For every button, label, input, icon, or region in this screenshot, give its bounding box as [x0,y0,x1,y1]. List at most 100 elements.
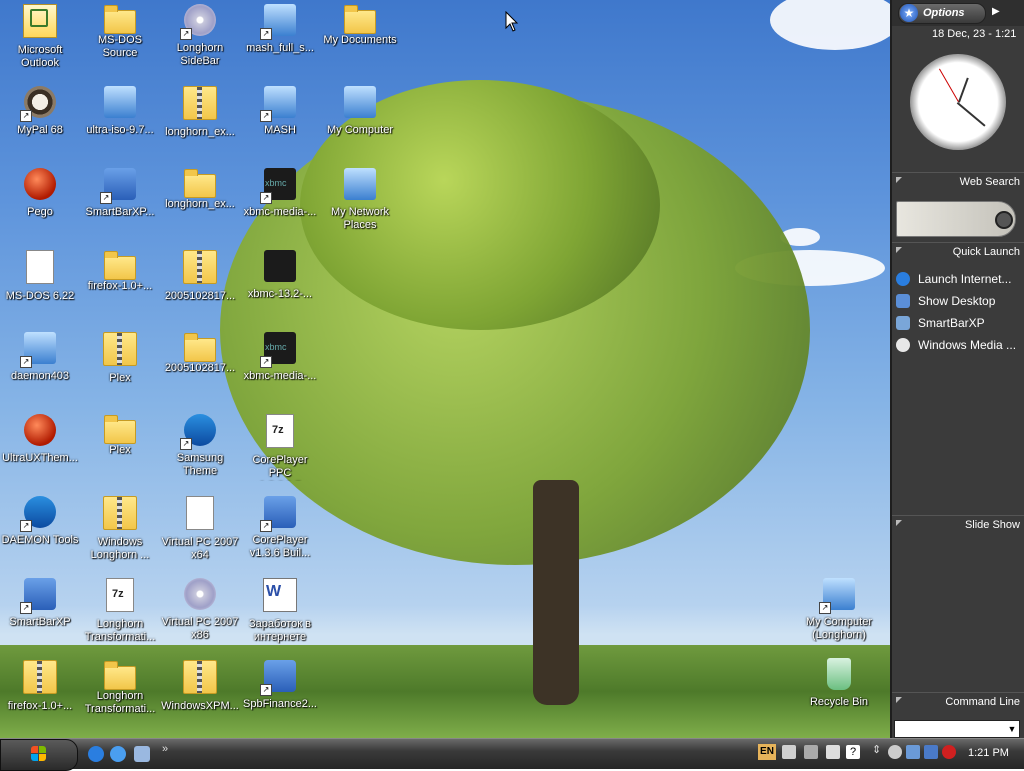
quick-launch-item[interactable]: Show Desktop [896,291,1024,311]
desktop-icon[interactable]: MASH [240,86,320,164]
keyboard-icon[interactable] [782,745,796,759]
sidebar-date-time: 18 Dec, 23 - 1:21 [932,28,1017,40]
desktop-icon-label: firefox-1.0+... [87,280,153,292]
start-button[interactable] [0,739,78,771]
my-documents-icon [344,5,376,34]
longhorn-sidebar: ★ Options ▶ 18 Dec, 23 - 1:21 Web Search… [890,0,1024,740]
desktop-icon[interactable]: Pego [0,168,80,246]
display-icon[interactable] [906,745,920,759]
desktop-icon-label: WindowsXPM... [161,700,239,712]
security-icon[interactable] [942,745,956,759]
help-icon[interactable]: ? [846,745,860,759]
quick-launch-item[interactable]: Launch Internet... [896,269,1024,289]
slide-show-area[interactable] [894,536,1022,686]
dropdown-arrow-icon[interactable]: ▼ [1005,721,1019,737]
desktop-icon[interactable]: firefox-1.0+... [80,250,160,328]
language-indicator[interactable]: EN [758,744,776,760]
back-arrow-icon[interactable] [888,745,902,759]
desktop-icon[interactable]: WindowsXPM... [160,660,240,738]
desktop-icon[interactable]: ultra-iso-9.7... [80,86,160,164]
network-icon[interactable] [826,745,840,759]
desktop-icon[interactable]: Plex [80,332,160,410]
desktop-icon[interactable]: CorePlayer v1.3.6 Buil... [240,496,320,574]
desktop-icon[interactable]: Virtual PC 2007 x86 [160,578,240,656]
zip-folder-icon [183,86,217,120]
taskbar-clock[interactable]: 1:21 PM [968,747,1009,759]
desktop-icon-label: xbmc-13.2-... [247,288,313,300]
desktop-icon-label: Plex [109,444,131,456]
desktop-icon[interactable]: MS-DOS 6.22 [0,250,80,328]
desktop-icon[interactable]: xbmc-media-... [240,168,320,246]
desktop-icon-label: My Computer [326,124,394,136]
desktop-icon[interactable]: mash_full_s... [240,4,320,82]
desktop-icon[interactable]: longhorn_ex... [160,168,240,246]
desktop-icon-label: Pego [27,206,53,218]
desktop-icon[interactable]: DAEMON Tools [0,496,80,574]
desktop-icon-label: ultra-iso-9.7... [86,124,154,136]
desktop-icon-label: daemon403 [10,370,70,382]
quick-launch-item[interactable]: Windows Media ... [896,335,1024,355]
desktop-icon-label: Plex [109,372,131,384]
monitor-icon[interactable] [924,745,938,759]
desktop-icon[interactable]: Longhorn Transformati... [80,578,160,656]
desktop-icon[interactable]: Samsung Theme [160,414,240,492]
desktop-icon-label: Longhorn Transformati... [84,690,156,715]
quick-launch-item[interactable]: SmartBarXP [896,313,1024,333]
desktop-icon[interactable]: MyPal 68 [0,86,80,164]
desktop-icon-label: 2005102817... [164,362,236,374]
clock-hour-hand [958,77,969,103]
chevron-right-icon[interactable]: ▶ [992,6,1000,17]
desktop-icon[interactable]: My Documents [320,4,400,82]
desktop-icon[interactable]: My Network Places [320,168,400,246]
options-button[interactable]: ★ Options [898,3,986,24]
desktop-icon[interactable]: xbmc-media-... [240,332,320,410]
desktop-icon[interactable]: 2005102817... [160,250,240,328]
desktop-icon[interactable]: SpbFinance2... [240,660,320,738]
desktop[interactable]: Microsoft Outlook MS-DOS Source Longhorn S… [0,0,890,738]
desktop-icon[interactable]: My Computer [320,86,400,164]
desktop-icon[interactable]: CorePlayer PPC 1.3.6 full [240,414,320,492]
desktop-icon-label: SmartBarXP... [85,206,155,218]
desktop-icon-label: longhorn_ex... [165,126,235,138]
desktop-icon[interactable]: Plex [80,414,160,492]
desktop-icon[interactable]: Virtual PC 2007 x64 [160,496,240,574]
internet-explorer-icon[interactable] [110,746,126,762]
sidebar-icon [180,4,216,40]
desktop-icon-recycle-bin[interactable]: Recycle Bin [799,658,879,736]
desktop-icon[interactable]: xbmc-13.2-... [240,250,320,328]
desktop-icon-label: CorePlayer PPC 1.3.6 full [252,454,308,481]
internet-explorer-icon[interactable] [88,746,104,762]
recycle-bin-icon [827,658,851,690]
desktop-icon[interactable]: 2005102817... [160,332,240,410]
installer-icon [260,496,296,532]
sidebar-top-bar: ★ Options ▶ [892,0,1024,26]
desktop-icon[interactable]: MS-DOS Source [80,4,160,82]
tray-expand-icon[interactable]: ⇕ [872,743,881,756]
desktop-icon-label: MASH [264,124,296,136]
desktop-icon[interactable]: daemon403 [0,332,80,410]
desktop-icon[interactable]: Заработок в интернете [240,578,320,656]
desktop-icon[interactable]: SmartBarXP... [80,168,160,246]
desktop-icon-label: DAEMON Tools [1,534,79,546]
desktop-icon[interactable]: Longhorn Transformati... [80,660,160,738]
my-computer-icon [819,578,855,614]
search-icon[interactable] [995,211,1013,229]
desktop-icon[interactable]: longhorn_ex... [160,86,240,164]
desktop-icon[interactable]: Windows Longhorn ... [80,496,160,574]
tree-trunk [533,480,579,705]
show-desktop-icon[interactable] [134,746,150,762]
command-line-input[interactable]: ▼ [894,720,1020,738]
desktop-icon[interactable]: UltraUXThem... [0,414,80,492]
desktop-icon-label: CorePlayer v1.3.6 Buil... [249,534,311,559]
desktop-icon-my-computer-longhorn[interactable]: My Computer (Longhorn) [799,578,879,656]
installer-icon [20,332,56,368]
samsung-theme-icon [180,414,216,450]
desktop-icon[interactable]: firefox-1.0+... [0,660,80,738]
web-search-input[interactable] [896,201,1016,237]
desktop-icon[interactable]: SmartBarXP [0,578,80,656]
tools-icon[interactable] [804,745,818,759]
desktop-icon[interactable]: Longhorn SideBar [160,4,240,82]
network-places-icon [344,168,376,200]
chevron-double-right-icon[interactable]: » [162,743,168,755]
desktop-icon[interactable]: Microsoft Outlook [0,4,80,82]
